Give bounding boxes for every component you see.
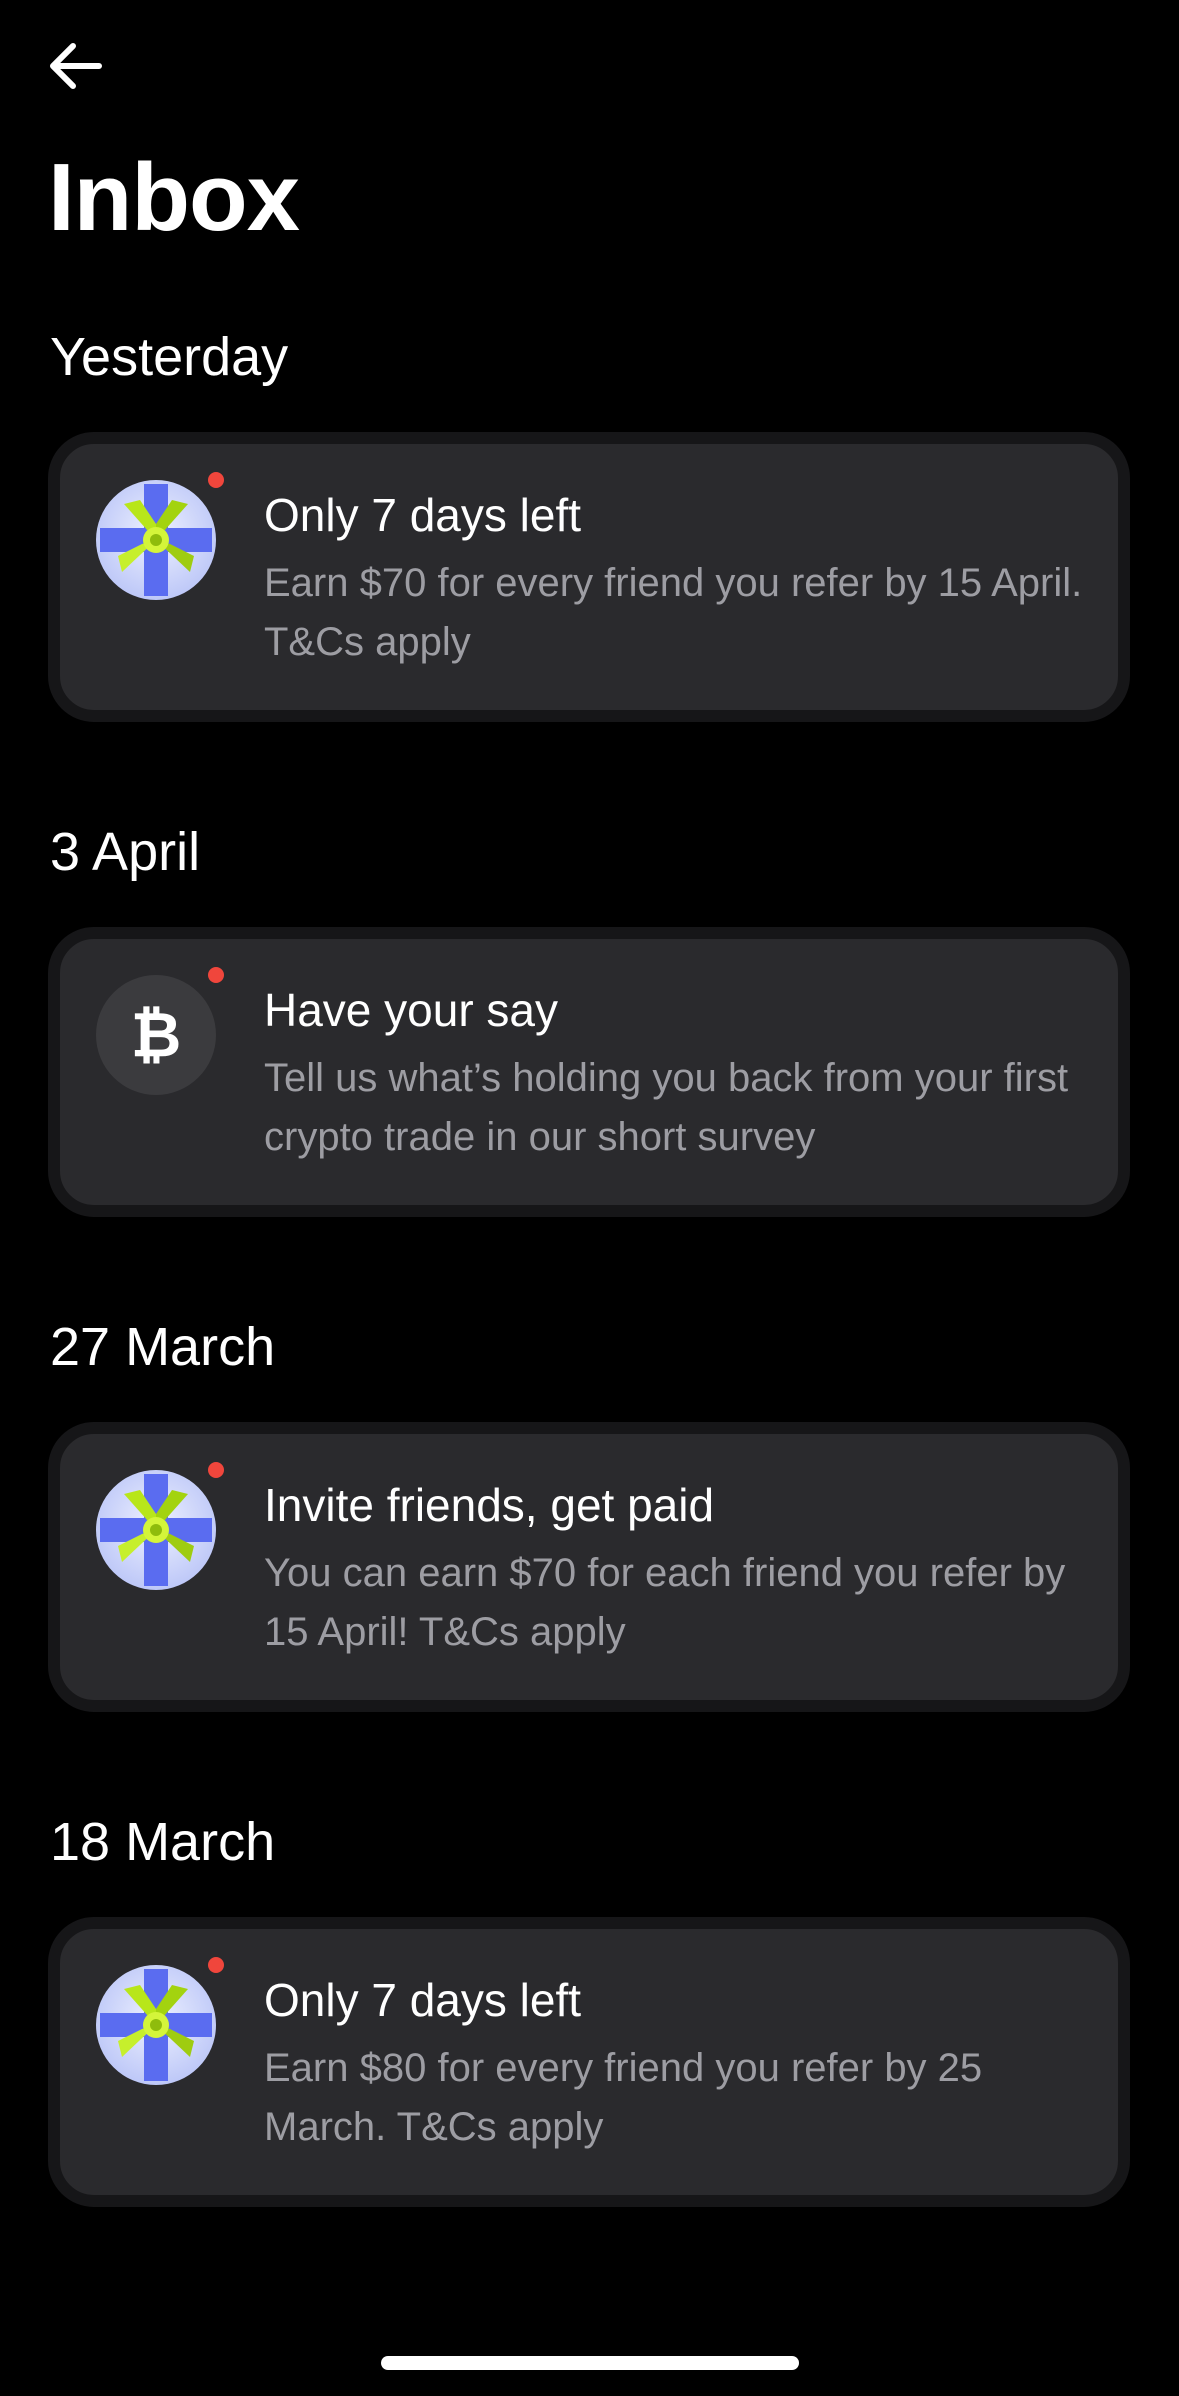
- gift-icon: [96, 480, 216, 600]
- gift-icon: [96, 1965, 216, 2085]
- message-body: Earn $80 for every friend you refer by 2…: [264, 2046, 983, 2149]
- section-date-3-april: 3 April: [50, 822, 201, 882]
- message-body: Earn $70 for every friend you refer by 1…: [264, 561, 1083, 664]
- inbox-message-card[interactable]: Only 7 days left Earn $70 for every frie…: [48, 432, 1130, 722]
- arrow-left-icon: [50, 43, 102, 89]
- message-body: Tell us what’s holding you back from you…: [264, 1056, 1069, 1159]
- message-title: Have your say: [264, 984, 559, 1036]
- message-body: You can earn $70 for each friend you ref…: [264, 1551, 1066, 1654]
- inbox-message-card[interactable]: Invite friends, get paid You can earn $7…: [48, 1422, 1130, 1712]
- section-date-yesterday: Yesterday: [50, 327, 289, 387]
- section-date-18-march: 18 March: [50, 1812, 276, 1872]
- message-title: Only 7 days left: [264, 1974, 582, 2026]
- bitcoin-glyph: ₿: [130, 998, 182, 1071]
- bitcoin-icon: ₿: [96, 975, 216, 1095]
- section-date-27-march: 27 March: [50, 1317, 276, 1377]
- inbox-message-card[interactable]: ₿ Have your say Tell us what’s holding y…: [48, 927, 1130, 1217]
- message-title: Only 7 days left: [264, 489, 582, 541]
- unread-indicator: [208, 1957, 224, 1973]
- gift-icon: [96, 1470, 216, 1590]
- unread-indicator: [208, 472, 224, 488]
- unread-indicator: [208, 1462, 224, 1478]
- home-indicator[interactable]: [381, 2356, 799, 2370]
- message-title: Invite friends, get paid: [264, 1479, 715, 1531]
- inbox-message-card[interactable]: Only 7 days left Earn $80 for every frie…: [48, 1917, 1130, 2207]
- page-title: Inbox: [48, 144, 300, 251]
- back-button[interactable]: [44, 38, 106, 94]
- unread-indicator: [208, 967, 224, 983]
